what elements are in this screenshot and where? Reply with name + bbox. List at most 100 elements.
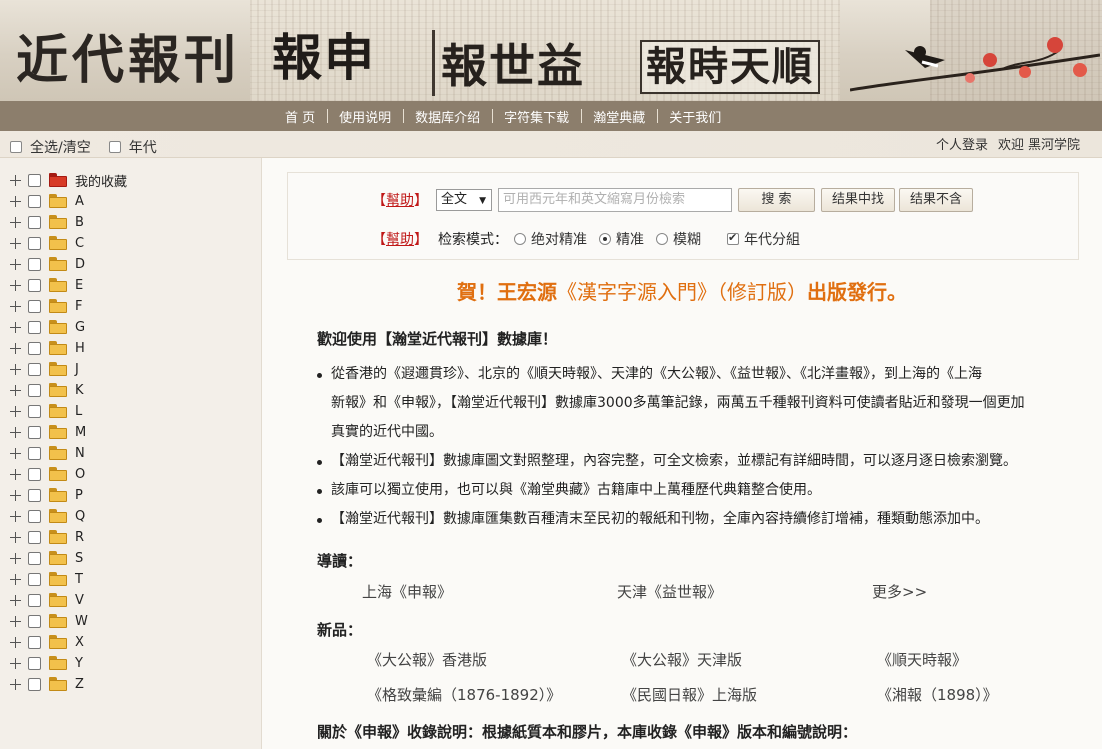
expand-plus-icon[interactable] (10, 510, 21, 522)
tree-item-r[interactable]: R (10, 527, 84, 547)
tree-checkbox[interactable] (28, 278, 41, 292)
new-link-gezhi[interactable]: 《格致彙編（1876-1892）》 (367, 684, 622, 705)
tree-item-s[interactable]: S (10, 548, 83, 568)
tree-item-g[interactable]: G (10, 317, 85, 337)
mode-radio-fuzzy[interactable] (656, 233, 668, 245)
tree-item-label[interactable]: 我的收藏 (75, 171, 127, 190)
tree-checkbox[interactable] (28, 173, 41, 187)
tree-item-label[interactable]: L (75, 404, 82, 419)
tree-checkbox[interactable] (28, 425, 41, 439)
expand-plus-icon[interactable] (10, 258, 21, 270)
nav-home[interactable]: 首 页 (273, 107, 327, 126)
expand-plus-icon[interactable] (10, 489, 21, 501)
tree-checkbox[interactable] (28, 404, 41, 418)
tree-checkbox[interactable] (28, 509, 41, 523)
tree-item-label[interactable]: M (75, 425, 86, 440)
nav-database-intro[interactable]: 数据库介绍 (403, 107, 492, 126)
tree-item-favorites[interactable]: 我的收藏 (10, 170, 127, 190)
expand-plus-icon[interactable] (10, 447, 21, 459)
tree-item-y[interactable]: Y (10, 653, 83, 673)
search-input[interactable]: 可用西元年和英文縮寫月份檢索 (498, 188, 732, 212)
mode-help-link[interactable]: 【幫助】 (372, 229, 428, 249)
expand-plus-icon[interactable] (10, 657, 21, 669)
tree-item-q[interactable]: Q (10, 506, 85, 526)
tree-item-l[interactable]: L (10, 401, 82, 421)
new-link-shuntian[interactable]: 《順天時報》 (877, 649, 967, 670)
expand-plus-icon[interactable] (10, 363, 21, 375)
tree-checkbox[interactable] (28, 320, 41, 334)
tree-checkbox[interactable] (28, 488, 41, 502)
tree-item-h[interactable]: H (10, 338, 85, 358)
tree-checkbox[interactable] (28, 614, 41, 628)
tree-checkbox[interactable] (28, 257, 41, 271)
tree-item-a[interactable]: A (10, 191, 84, 211)
tree-item-w[interactable]: W (10, 611, 88, 631)
tree-checkbox[interactable] (28, 530, 41, 544)
expand-plus-icon[interactable] (10, 195, 21, 207)
tree-item-b[interactable]: B (10, 212, 84, 232)
search-button[interactable]: 搜 索 (738, 188, 815, 212)
tree-checkbox[interactable] (28, 341, 41, 355)
tree-item-label[interactable]: W (75, 614, 88, 629)
tree-item-label[interactable]: E (75, 278, 83, 293)
expand-plus-icon[interactable] (10, 426, 21, 438)
guide-link-more[interactable]: 更多>> (872, 581, 927, 602)
expand-plus-icon[interactable] (10, 174, 21, 186)
tree-checkbox[interactable] (28, 362, 41, 376)
expand-plus-icon[interactable] (10, 342, 21, 354)
expand-plus-icon[interactable] (10, 594, 21, 606)
guide-link-yishibao[interactable]: 天津《益世報》 (617, 581, 872, 602)
tree-item-f[interactable]: F (10, 296, 82, 316)
exclude-results-button[interactable]: 结果不含 (899, 188, 974, 212)
expand-plus-icon[interactable] (10, 468, 21, 480)
nav-about-us[interactable]: 关于我们 (657, 107, 733, 126)
tree-checkbox[interactable] (28, 446, 41, 460)
tree-item-label[interactable]: K (75, 383, 84, 398)
nav-instructions[interactable]: 使用说明 (327, 107, 403, 126)
search-within-results-button[interactable]: 结果中找 (821, 188, 896, 212)
tree-checkbox[interactable] (28, 467, 41, 481)
tree-item-c[interactable]: C (10, 233, 84, 253)
tree-checkbox[interactable] (28, 677, 41, 691)
guide-link-shenbao[interactable]: 上海《申報》 (362, 581, 617, 602)
tree-item-v[interactable]: V (10, 590, 84, 610)
expand-plus-icon[interactable] (10, 321, 21, 333)
nav-hantang-collection[interactable]: 瀚堂典藏 (581, 107, 657, 126)
tree-item-label[interactable]: N (75, 446, 85, 461)
tree-checkbox[interactable] (28, 656, 41, 670)
tree-item-o[interactable]: O (10, 464, 85, 484)
tree-item-label[interactable]: O (75, 467, 85, 482)
tree-item-t[interactable]: T (10, 569, 83, 589)
tree-item-label[interactable]: J (75, 362, 79, 377)
tree-checkbox[interactable] (28, 299, 41, 313)
tree-item-label[interactable]: C (75, 236, 84, 251)
search-scope-select[interactable]: 全文 ▼ (436, 189, 492, 211)
tree-item-x[interactable]: X (10, 632, 84, 652)
expand-plus-icon[interactable] (10, 678, 21, 690)
tree-item-e[interactable]: E (10, 275, 83, 295)
tree-item-k[interactable]: K (10, 380, 84, 400)
year-group-checkbox[interactable] (727, 231, 739, 245)
tree-item-label[interactable]: P (75, 488, 83, 503)
tree-checkbox[interactable] (28, 572, 41, 586)
year-checkbox[interactable] (108, 141, 121, 153)
tree-item-label[interactable]: Z (75, 677, 84, 692)
expand-plus-icon[interactable] (10, 300, 21, 312)
tree-item-label[interactable]: G (75, 320, 85, 335)
expand-plus-icon[interactable] (10, 636, 21, 648)
tree-item-d[interactable]: D (10, 254, 85, 274)
new-link-minguo[interactable]: 《民國日報》上海版 (622, 684, 877, 705)
new-link-dagongbao-hk[interactable]: 《大公報》香港版 (367, 649, 622, 670)
tree-item-label[interactable]: V (75, 593, 84, 608)
select-all-checkbox[interactable] (10, 141, 22, 153)
tree-item-label[interactable]: A (75, 194, 84, 209)
mode-radio-precise[interactable] (599, 233, 611, 245)
tree-checkbox[interactable] (28, 194, 41, 208)
expand-plus-icon[interactable] (10, 279, 21, 291)
tree-item-label[interactable]: H (75, 341, 85, 356)
tree-item-label[interactable]: D (75, 257, 85, 272)
tree-checkbox[interactable] (28, 551, 41, 565)
tree-item-n[interactable]: N (10, 443, 85, 463)
tree-item-label[interactable]: F (75, 299, 82, 314)
tree-item-z[interactable]: Z (10, 674, 84, 694)
